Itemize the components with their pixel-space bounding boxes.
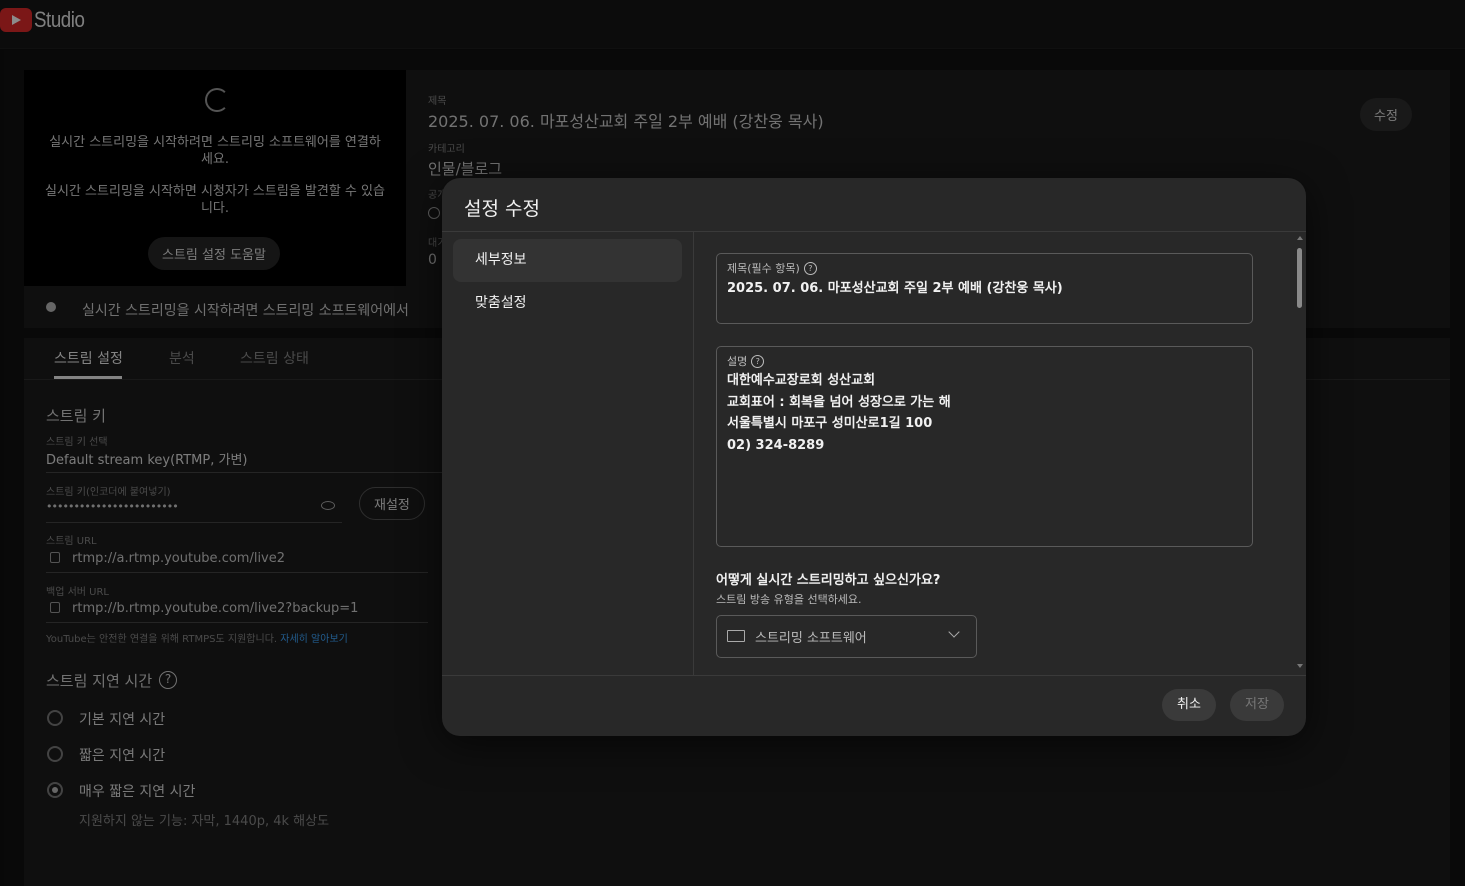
dialog-footer-divider — [442, 675, 1306, 676]
description-field[interactable]: 설명 ? 대한예수교장로회 성산교회 교회표어 : 회복을 넘어 성장으로 가는… — [716, 346, 1253, 547]
help-icon[interactable]: ? — [803, 261, 817, 275]
scrollbar-thumb[interactable] — [1297, 248, 1302, 308]
title-field-label-text: 제목(필수 항목) — [727, 262, 800, 275]
scroll-up-icon[interactable] — [1297, 236, 1303, 240]
save-button[interactable]: 저장 — [1230, 689, 1284, 721]
help-icon[interactable]: ? — [751, 354, 765, 368]
stream-type-select[interactable]: 스트리밍 소프트웨어 — [716, 615, 977, 658]
description-field-label: 설명 ? — [727, 353, 765, 369]
monitor-icon — [727, 630, 745, 642]
dialog-sidebar: 세부정보 맞춤설정 — [442, 232, 694, 675]
edit-settings-dialog: 설정 수정 세부정보 맞춤설정 제목(필수 항목) ? 2025. 07. 06… — [442, 178, 1306, 736]
description-line: 대한예수교장로회 성산교회 — [727, 373, 876, 388]
cancel-button[interactable]: 취소 — [1162, 689, 1216, 721]
title-field-value: 2025. 07. 06. 마포성산교회 주일 2부 예배 (강찬웅 목사) — [727, 281, 1063, 296]
nav-customization[interactable]: 맞춤설정 — [453, 282, 682, 325]
description-line: 02) 324-8289 — [727, 437, 825, 453]
chevron-down-icon — [948, 626, 960, 638]
nav-details[interactable]: 세부정보 — [453, 239, 682, 282]
dialog-title: 설정 수정 — [464, 198, 540, 220]
description-line: 교회표어 : 회복을 넘어 성장으로 가는 해 — [727, 394, 951, 410]
scroll-down-icon[interactable] — [1297, 664, 1303, 668]
stream-how-title: 어떻게 실시간 스트리밍하고 싶으신가요? — [716, 573, 941, 588]
title-field-label: 제목(필수 항목) ? — [727, 260, 817, 276]
stream-type-value: 스트리밍 소프트웨어 — [755, 631, 867, 646]
stream-how-subtitle: 스트림 방송 유형을 선택하세요. — [716, 593, 862, 606]
title-field[interactable]: 제목(필수 항목) ? 2025. 07. 06. 마포성산교회 주일 2부 예… — [716, 253, 1253, 324]
description-field-label-text: 설명 — [727, 355, 748, 368]
description-line: 서울특별시 마포구 성미산로1길 100 — [727, 416, 933, 431]
